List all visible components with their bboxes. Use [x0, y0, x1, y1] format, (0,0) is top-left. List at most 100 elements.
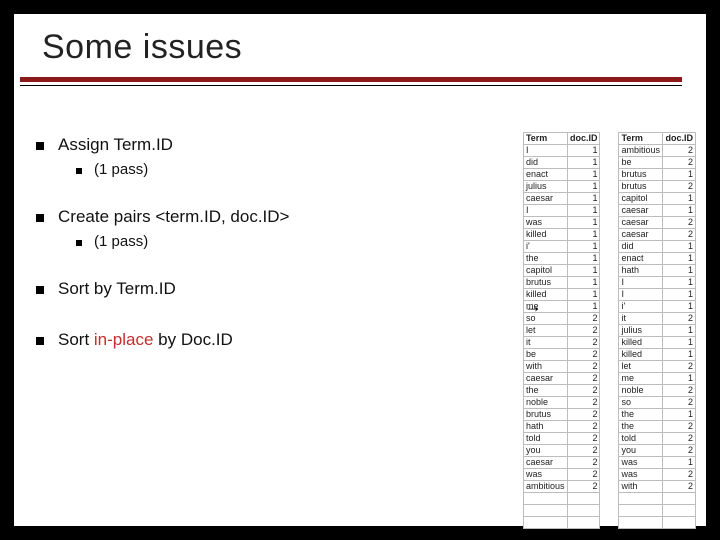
cell-term: was — [523, 469, 567, 481]
cell-term: killed — [619, 349, 663, 361]
cell-docid: 2 — [663, 217, 696, 229]
table-row: did1 — [619, 241, 696, 253]
cell-term: hath — [619, 265, 663, 277]
table-row: caesar2 — [619, 217, 696, 229]
cell-term: killed — [619, 337, 663, 349]
cell-term: did — [523, 157, 567, 169]
cell-docid: 2 — [567, 385, 600, 397]
table-row: i'1 — [619, 301, 696, 313]
table-row: caesar1 — [523, 193, 600, 205]
table-row: did1 — [523, 157, 600, 169]
table-row: told2 — [523, 433, 600, 445]
cell-docid: 1 — [567, 241, 600, 253]
cell-docid: 2 — [567, 421, 600, 433]
table-row: caesar1 — [619, 205, 696, 217]
bullet-4-post: by Doc.ID — [153, 330, 232, 349]
cell-docid: 2 — [663, 421, 696, 433]
cell-docid: 1 — [663, 289, 696, 301]
cell-term: let — [523, 325, 567, 337]
cell-docid: 1 — [663, 205, 696, 217]
bullet-4-text: Sort in-place by Doc.ID — [58, 329, 233, 350]
cell-term: caesar — [619, 217, 663, 229]
table-row-empty — [523, 493, 600, 505]
cell-docid: 2 — [663, 469, 696, 481]
cell-docid: 1 — [663, 193, 696, 205]
cell-term: was — [619, 469, 663, 481]
table-row: capitol1 — [619, 193, 696, 205]
table-row: caesar2 — [619, 229, 696, 241]
table-row: the1 — [619, 409, 696, 421]
col-docid: doc.ID — [567, 133, 600, 145]
table-row: brutus1 — [619, 169, 696, 181]
cell-docid: 2 — [663, 229, 696, 241]
bullet-4-accent: in-place — [94, 330, 154, 349]
cell-docid: 1 — [567, 157, 600, 169]
cell-docid: 2 — [663, 361, 696, 373]
cell-docid: 1 — [567, 169, 600, 181]
cell-docid: 2 — [567, 337, 600, 349]
table-row: it2 — [523, 337, 600, 349]
cell-docid: 2 — [663, 481, 696, 493]
cell-term: you — [523, 445, 567, 457]
table-row: was1 — [523, 217, 600, 229]
cell-docid: 2 — [567, 433, 600, 445]
cell-docid: 2 — [567, 481, 600, 493]
cell-docid: 1 — [567, 145, 600, 157]
cell-docid: 2 — [663, 397, 696, 409]
title-rule-thin — [20, 85, 682, 86]
cell-term: the — [523, 253, 567, 265]
bullet-1a-text: (1 pass) — [94, 161, 148, 180]
table-row: with2 — [619, 481, 696, 493]
bullet-icon — [36, 337, 44, 345]
cell-docid: 2 — [567, 397, 600, 409]
cell-docid: 2 — [663, 313, 696, 325]
table-row: I1 — [619, 289, 696, 301]
cell-docid: 1 — [567, 229, 600, 241]
bullet-icon — [36, 286, 44, 294]
cell-term: told — [619, 433, 663, 445]
table-row: I1 — [523, 205, 600, 217]
slide: Some issues Assign Term.ID (1 pass) Crea… — [14, 14, 706, 526]
cell-term: so — [619, 397, 663, 409]
cell-term: caesar — [523, 373, 567, 385]
cell-docid: 1 — [567, 265, 600, 277]
table-row: was1 — [619, 457, 696, 469]
cell-term: it — [523, 337, 567, 349]
table-row: hath2 — [523, 421, 600, 433]
cell-docid: 1 — [567, 193, 600, 205]
table-row: it2 — [619, 313, 696, 325]
table-row: told2 — [619, 433, 696, 445]
table-row: you2 — [619, 445, 696, 457]
cell-term: capitol — [619, 193, 663, 205]
cell-term: brutus — [523, 409, 567, 421]
table-row: the1 — [523, 253, 600, 265]
cell-term: i' — [523, 241, 567, 253]
cell-term: did — [619, 241, 663, 253]
table-row-empty — [619, 505, 696, 517]
cell-term: brutus — [619, 169, 663, 181]
table-row: killed1 — [523, 229, 600, 241]
table-row: brutus1 — [523, 277, 600, 289]
cell-docid: 1 — [663, 409, 696, 421]
table-row: let2 — [619, 361, 696, 373]
table-row-empty — [523, 517, 600, 529]
cell-term: noble — [619, 385, 663, 397]
table-row: so2 — [619, 397, 696, 409]
cell-docid: 1 — [663, 349, 696, 361]
cell-term: caesar — [619, 229, 663, 241]
cell-term: I — [523, 145, 567, 157]
cell-term: I — [619, 277, 663, 289]
bullet-3-text: Sort by Term.ID — [58, 278, 176, 299]
cell-docid: 2 — [567, 325, 600, 337]
cell-term: brutus — [523, 277, 567, 289]
table-row: ambitious2 — [523, 481, 600, 493]
table-row: hath1 — [619, 265, 696, 277]
cell-docid: 1 — [663, 325, 696, 337]
cell-term: noble — [523, 397, 567, 409]
cell-docid: 2 — [663, 181, 696, 193]
arrow-icon: → — [524, 297, 542, 315]
slide-title: Some issues — [14, 14, 706, 77]
table-row: capitol1 — [523, 265, 600, 277]
cell-term: julius — [523, 181, 567, 193]
cell-term: the — [619, 409, 663, 421]
